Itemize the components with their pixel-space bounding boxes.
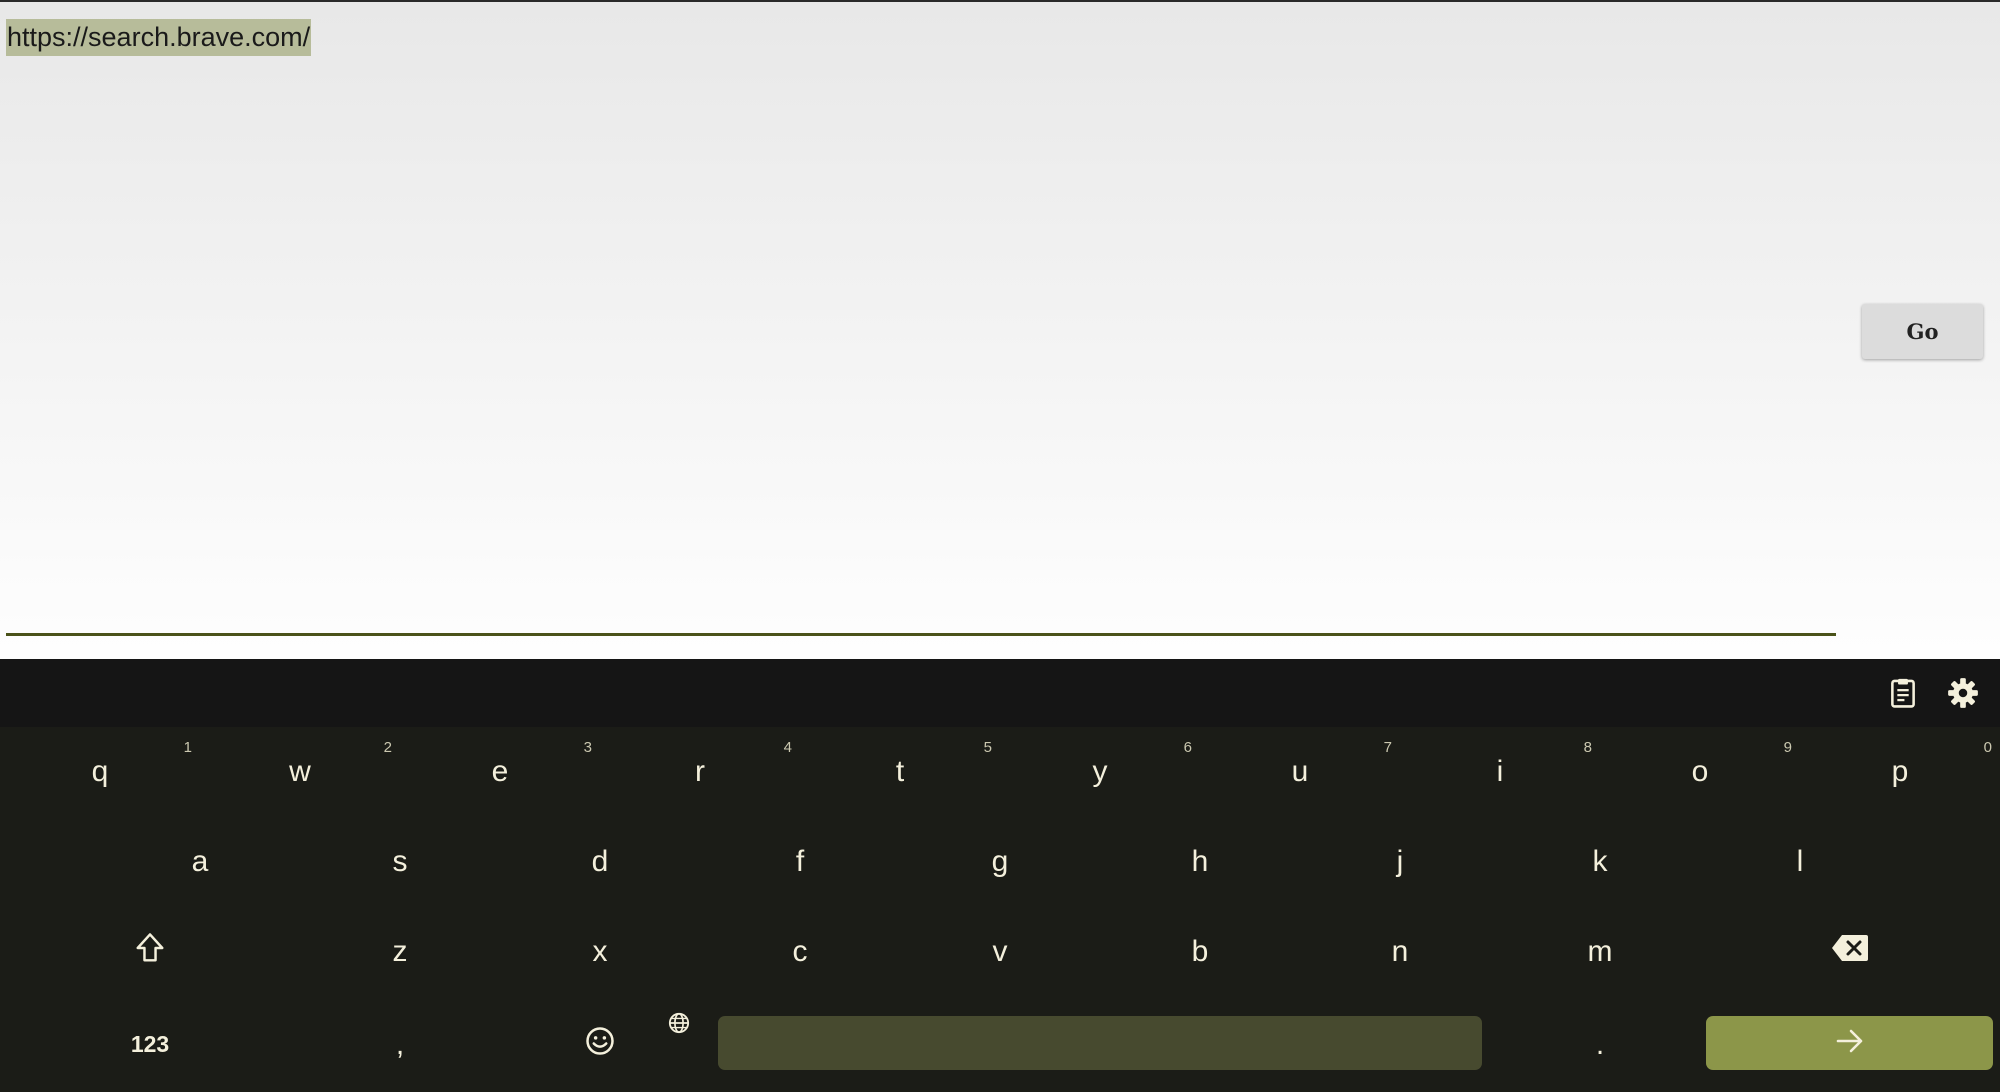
key-label: d <box>591 845 609 878</box>
globe-icon[interactable] <box>668 1012 690 1034</box>
key-comma[interactable]: , <box>300 997 500 1092</box>
go-button[interactable]: Go <box>1862 304 1983 359</box>
key-label: e <box>491 755 509 788</box>
key-label: z <box>392 935 408 968</box>
key-hint: 1 <box>183 739 192 756</box>
key-label: s <box>392 845 408 878</box>
key-d[interactable]: d <box>500 817 700 907</box>
key-w[interactable]: w2 <box>200 727 400 817</box>
key-label: y <box>1092 755 1108 788</box>
key-z[interactable]: z <box>300 907 500 997</box>
key-numbers[interactable]: 123 <box>50 997 250 1092</box>
key-label: u <box>1291 755 1309 788</box>
key-backspace[interactable] <box>1750 907 1950 997</box>
keyboard-toolbar <box>0 659 2000 727</box>
key-g[interactable]: g <box>900 817 1100 907</box>
key-label: r <box>695 755 705 788</box>
key-period[interactable]: . <box>1500 997 1700 1092</box>
key-r[interactable]: r4 <box>600 727 800 817</box>
key-hint: 0 <box>1983 739 1992 756</box>
key-v[interactable]: v <box>900 907 1100 997</box>
key-label: v <box>992 935 1008 968</box>
key-m[interactable]: m <box>1500 907 1700 997</box>
key-label: i <box>1496 755 1504 788</box>
key-h[interactable]: h <box>1100 817 1300 907</box>
key-j[interactable]: j <box>1300 817 1500 907</box>
key-t[interactable]: t5 <box>800 727 1000 817</box>
clipboard-icon[interactable] <box>1886 676 1920 710</box>
key-label: p <box>1891 755 1909 788</box>
key-n[interactable]: n <box>1300 907 1500 997</box>
key-hint: 6 <box>1183 739 1192 756</box>
gear-icon[interactable] <box>1946 676 1980 710</box>
key-l[interactable]: l <box>1700 817 1900 907</box>
shift-icon <box>135 932 165 972</box>
backspace-icon <box>1831 934 1869 970</box>
key-label: x <box>592 935 608 968</box>
key-s[interactable]: s <box>300 817 500 907</box>
key-i[interactable]: i8 <box>1400 727 1600 817</box>
key-label: n <box>1391 935 1409 968</box>
key-q[interactable]: q1 <box>0 727 200 817</box>
key-hint: 9 <box>1783 739 1792 756</box>
key-hint: 2 <box>383 739 392 756</box>
key-hint: 3 <box>583 739 592 756</box>
key-p[interactable]: p0 <box>1800 727 2000 817</box>
key-label: b <box>1191 935 1209 968</box>
key-e[interactable]: e3 <box>400 727 600 817</box>
emoji-icon <box>585 1026 615 1064</box>
page-content: https://search.brave.com/ Go <box>0 2 2000 659</box>
key-hint: 5 <box>983 739 992 756</box>
key-label: a <box>191 845 209 878</box>
key-label: f <box>795 845 805 878</box>
key-shift[interactable] <box>50 907 250 997</box>
key-label: q <box>91 755 109 788</box>
key-o[interactable]: o9 <box>1600 727 1800 817</box>
key-label: g <box>991 845 1009 878</box>
key-b[interactable]: b <box>1100 907 1300 997</box>
key-label: h <box>1191 845 1209 878</box>
key-label: j <box>1396 845 1404 878</box>
key-hint: 4 <box>783 739 792 756</box>
url-input[interactable]: https://search.brave.com/ <box>6 16 1836 636</box>
key-label: c <box>792 935 808 968</box>
key-y[interactable]: y6 <box>1000 727 1200 817</box>
key-label: k <box>1592 845 1608 878</box>
key-a[interactable]: a <box>100 817 300 907</box>
key-u[interactable]: u7 <box>1200 727 1400 817</box>
url-text: https://search.brave.com/ <box>6 19 312 56</box>
key-space[interactable] <box>718 1016 1482 1070</box>
arrow-right-icon <box>1835 1028 1865 1059</box>
on-screen-keyboard: q1 w2 e3 r4 t5 y6 u7 i8 o9 p0 a s d f g … <box>0 659 2000 1092</box>
key-hint: 8 <box>1583 739 1592 756</box>
key-label: l <box>1796 845 1804 878</box>
key-enter[interactable] <box>1706 1016 1993 1070</box>
key-x[interactable]: x <box>500 907 700 997</box>
key-label: w <box>289 755 311 788</box>
key-label: m <box>1587 935 1613 968</box>
key-f[interactable]: f <box>700 817 900 907</box>
key-c[interactable]: c <box>700 907 900 997</box>
key-label: t <box>895 755 905 788</box>
key-hint: 7 <box>1383 739 1392 756</box>
key-label: o <box>1691 755 1709 788</box>
key-k[interactable]: k <box>1500 817 1700 907</box>
